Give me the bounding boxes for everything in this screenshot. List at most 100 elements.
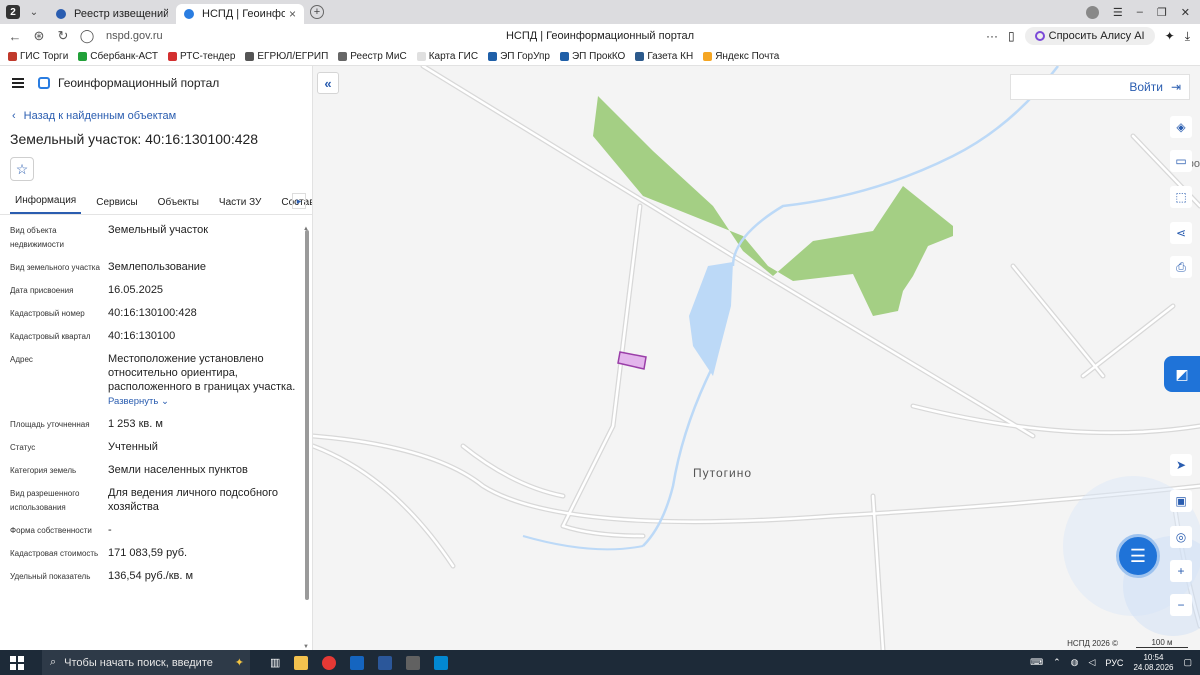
word-icon[interactable] [378, 655, 393, 670]
reload-icon[interactable]: ↻ [54, 28, 72, 44]
chevron-down-icon[interactable]: ⌄ [26, 4, 42, 20]
clock[interactable]: 10:54 24.08.2026 [1133, 653, 1173, 673]
bookmark-favicon [8, 52, 17, 61]
navigate-icon[interactable]: ➤ [1170, 454, 1192, 476]
bookmark-label: Сбербанк-АСТ [90, 51, 158, 62]
property-label: Форма собственности [10, 526, 92, 535]
back-arrow-icon[interactable]: ← [6, 29, 24, 44]
property-label: Кадастровый номер [10, 309, 85, 318]
profile-avatar[interactable] [1085, 5, 1099, 19]
chat-button[interactable]: ☰ [1116, 534, 1160, 578]
map-canvas[interactable] [313, 66, 1200, 650]
ask-alice-button[interactable]: Спросить Алису AI [1024, 27, 1155, 45]
panel-scrollbar[interactable] [305, 230, 309, 600]
bookmark-label: ЭП ГорУпр [500, 51, 550, 62]
bookmark-favicon [245, 52, 255, 61]
close-tab-icon[interactable]: × [289, 7, 296, 21]
bookmark-item[interactable]: ЭП ГорУпр [488, 51, 550, 62]
calculator-icon[interactable] [406, 655, 421, 670]
collapse-panel-button[interactable]: « [317, 72, 339, 94]
clock-time: 10:54 [1143, 652, 1164, 662]
share-icon[interactable]: ⋖ [1170, 222, 1192, 244]
notifications-icon[interactable]: ▢ [1183, 657, 1192, 668]
bookmark-favicon [338, 52, 348, 61]
windows-start-icon[interactable] [10, 655, 24, 670]
map-copyright: НСПД 2026 © [1067, 639, 1118, 648]
favorite-button[interactable]: ☆ [10, 157, 34, 181]
portal-icon [184, 9, 194, 19]
bookmark-favicon [488, 52, 498, 61]
bookmark-favicon [703, 52, 713, 61]
minimap-icon[interactable]: ▣ [1170, 490, 1192, 512]
expand-address-link[interactable]: Развернуть ⌄ [108, 395, 298, 409]
bookmark-item[interactable]: Яндекс Почта [703, 51, 779, 62]
new-tab-button[interactable]: + [310, 5, 324, 19]
sparkle-icon: ✦ [234, 657, 244, 669]
yandex-browser-icon[interactable] [322, 655, 337, 670]
tab-parts[interactable]: Части ЗУ [214, 197, 266, 214]
taskbar-search[interactable]: ⌕ Чтобы начать поиск, введите ✦ [42, 650, 250, 675]
tabs-next-button[interactable]: ▸ [292, 193, 306, 209]
browser-tab-1[interactable]: Реестр извещений [48, 4, 176, 24]
bookmark-item[interactable]: РТС-тендер [168, 51, 235, 62]
login-button[interactable]: Войти ⇥ [1010, 74, 1190, 100]
back-to-results-link[interactable]: ‹ Назад к найденным объектам [0, 110, 312, 122]
bookmark-item[interactable]: ГИС Торги [8, 51, 68, 62]
property-row: Вид объекта недвижимости Земельный участ… [0, 223, 312, 252]
bookmark-label: ГИС Торги [20, 51, 69, 62]
property-label: Статус [10, 443, 36, 452]
volume-icon[interactable]: ◁ [1088, 657, 1095, 668]
bookmark-item[interactable]: Карта ГИС [416, 51, 478, 62]
bookmark-item[interactable]: ЕГРЮЛ/ЕГРИП [245, 51, 328, 62]
extensions-icon[interactable]: ✦ [1165, 29, 1175, 43]
menu-icon[interactable]: ☰ [1113, 6, 1123, 19]
select-area-icon[interactable]: ⬚ [1170, 186, 1192, 208]
network-icon[interactable]: ◍ [1071, 657, 1079, 668]
chevron-up-icon[interactable]: ⌃ [1053, 657, 1061, 668]
property-row: Адрес Местоположение установлено относит… [0, 352, 312, 409]
property-label: Категория земель [10, 466, 77, 475]
browser-tab-2[interactable]: НСПД | Геоинформационн × [176, 4, 304, 24]
property-label: Площадь уточненная [10, 420, 90, 429]
keyboard-icon[interactable]: ⌨ [1030, 657, 1043, 668]
zoom-in-button[interactable]: + [1170, 560, 1192, 582]
star-icon: ☆ [15, 160, 29, 177]
print-icon[interactable]: ⎙ [1170, 256, 1192, 278]
restore-icon[interactable]: ❐ [1157, 6, 1167, 19]
bookmark-item[interactable]: Реестр МиС [338, 51, 407, 62]
language-indicator[interactable]: РУС [1105, 658, 1123, 668]
file-explorer-icon[interactable] [294, 655, 309, 670]
layers-button[interactable]: ◈ [1170, 116, 1192, 138]
window-controls: ☰ – ❐ ✕ [1085, 5, 1200, 19]
bookmark-item[interactable]: Сбербанк-АСТ [78, 51, 158, 62]
locate-icon[interactable]: ◎ [1170, 526, 1192, 548]
property-label: Вид разрешенного использования [10, 489, 80, 512]
url-field[interactable]: nspd.gov.ru [106, 30, 163, 42]
property-value: 40:16:130100 [108, 330, 176, 342]
hamburger-menu-icon[interactable] [12, 78, 24, 88]
bookmark-favicon [416, 52, 426, 61]
shield-icon[interactable]: ⊛ [30, 28, 48, 44]
map-view[interactable]: « Войти ⇥ ро ◈ ▭ ⬚ ⋖ ⎙ ◩ Путогино ➤ ▣ ◎ … [313, 66, 1200, 650]
zoom-out-button[interactable]: − [1170, 594, 1192, 616]
tab-services[interactable]: Сервисы [91, 197, 142, 214]
outlook-icon[interactable] [350, 655, 365, 670]
close-window-icon[interactable]: ✕ [1181, 6, 1190, 19]
bookmark-favicon [559, 52, 569, 61]
bookmark-item[interactable]: Газета КН [635, 51, 693, 62]
download-icon[interactable]: ⤓ [1185, 29, 1190, 44]
tab-counter[interactable]: 2 [6, 5, 20, 19]
tab-objects[interactable]: Объекты [153, 197, 204, 214]
bookmark-item[interactable]: ЭП ПрокКО [559, 51, 625, 62]
property-row: Площадь уточненная 1 253 кв. м [0, 417, 312, 432]
task-view-icon[interactable]: ▥ [270, 656, 280, 669]
info-tabs: Информация Сервисы Объекты Части ЗУ Сост… [0, 191, 312, 215]
app-icon[interactable] [434, 655, 449, 670]
minimize-icon[interactable]: – [1137, 6, 1143, 18]
bookmark-icon[interactable]: ▯ [1008, 29, 1015, 43]
side-widget-button[interactable]: ◩ [1164, 356, 1200, 392]
ruler-icon[interactable]: ▭ [1170, 150, 1192, 172]
property-row: Кадастровая стоимость 171 083,59 руб. [0, 546, 312, 561]
more-icon[interactable]: ··· [986, 29, 998, 43]
tab-information[interactable]: Информация [10, 195, 82, 214]
